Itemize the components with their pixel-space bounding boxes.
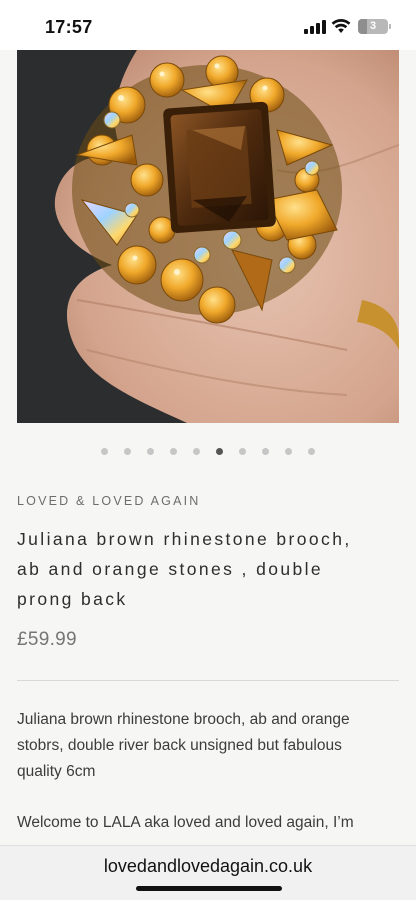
battery-label: 3 [369,20,377,32]
product-description: Juliana brown rhinestone brooch, ab and … [17,707,387,785]
carousel-dot[interactable] [239,447,246,455]
carousel-dot[interactable] [101,447,108,455]
description-line: stobrs, double river back unsigned but f… [17,737,342,754]
brooch-photo [17,50,399,423]
carousel-dot[interactable] [285,447,292,455]
home-indicator[interactable] [136,886,282,891]
url-text[interactable]: lovedandlovedagain.co.uk [0,856,416,877]
description-line: quality 6cm [17,763,96,780]
carousel-dot[interactable] [124,447,131,455]
product-title-line: Juliana brown rhinestone brooch, [17,529,352,549]
carousel-dot[interactable] [308,447,315,455]
carousel-dot[interactable] [262,447,269,455]
signal-icon [304,20,326,34]
carousel-dot-active[interactable] [216,447,223,455]
product-image[interactable] [17,50,399,423]
vendor-name[interactable]: LOVED & LOVED AGAIN [17,494,201,508]
status-time: 17:57 [45,17,93,37]
carousel-dot[interactable] [147,447,154,455]
product-description-intro: Welcome to LALA aka loved and loved agai… [17,814,354,831]
battery-icon: 3 [358,19,388,34]
carousel-dots[interactable] [0,445,416,457]
status-bar: 17:57 3 [0,0,416,50]
product-title-line: ab and orange stones , double [17,559,324,579]
divider [17,680,399,681]
carousel-dot[interactable] [170,447,177,455]
wifi-icon [331,19,351,33]
product-price: £59.99 [17,629,77,650]
description-line: Juliana brown rhinestone brooch, ab and … [17,711,350,728]
carousel-dot[interactable] [193,447,200,455]
product-title: Juliana brown rhinestone brooch, ab and … [17,524,402,614]
battery-cap [389,24,391,29]
browser-url-bar[interactable]: lovedandlovedagain.co.uk [0,845,416,900]
product-title-line: prong back [17,589,128,609]
